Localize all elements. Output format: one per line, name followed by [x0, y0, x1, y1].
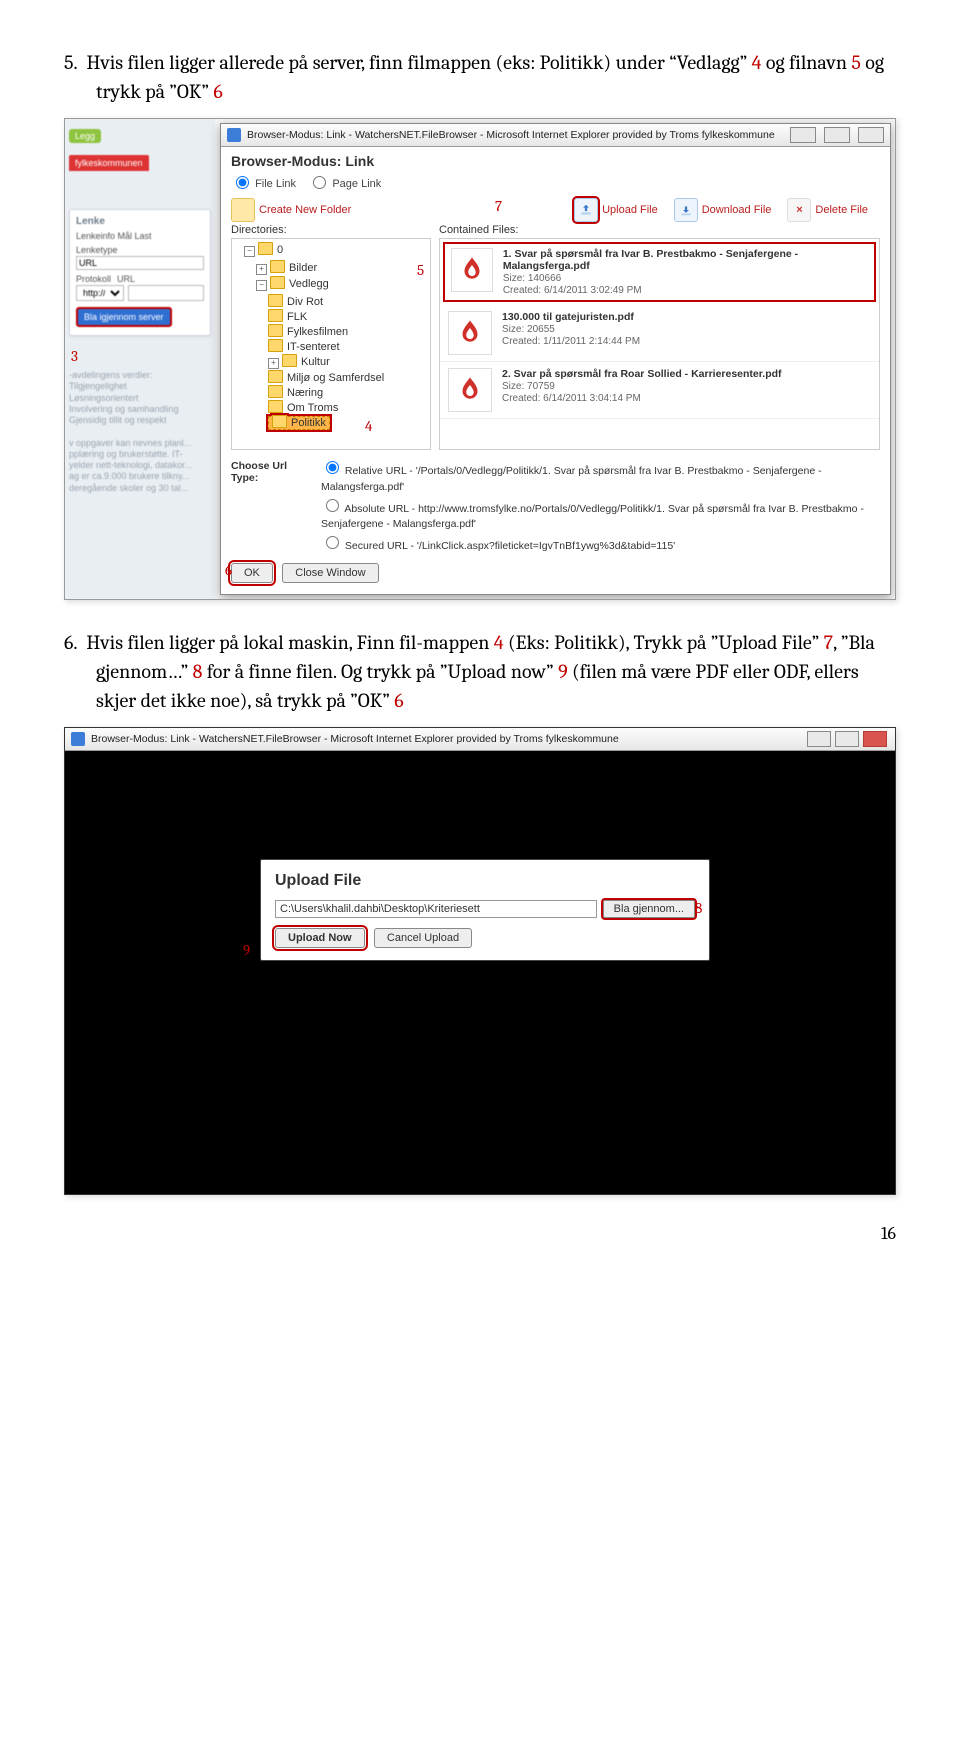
- new-folder-icon[interactable]: [231, 198, 255, 222]
- url-type-section: Choose Url Type: Relative URL - '/Portal…: [221, 450, 890, 559]
- window-maximize-button[interactable]: [835, 731, 859, 747]
- filebrowser-window: Browser-Modus: Link - WatchersNET.FileBr…: [220, 123, 891, 595]
- delete-file-button[interactable]: Delete File: [815, 204, 868, 216]
- window-titlebar: Browser-Modus: Link - WatchersNET.FileBr…: [221, 124, 890, 147]
- callout-4: 4: [365, 417, 372, 435]
- upload-panel-title: Upload File: [275, 872, 695, 890]
- ok-button[interactable]: OK: [231, 563, 273, 583]
- window-minimize-button[interactable]: [790, 127, 816, 143]
- file-path-input[interactable]: [275, 900, 597, 918]
- background-text: -avdelingens verdier: Tilgjengelighet Lø…: [69, 370, 211, 494]
- link-dialog-card: Lenke Lenkeinfo Mål Last Lenketype Proto…: [69, 209, 211, 336]
- url-option-relative[interactable]: Relative URL - '/Portals/0/Vedlegg/Polit…: [321, 458, 880, 496]
- list-number: 5.: [64, 51, 78, 74]
- url-option-secured[interactable]: Secured URL - '/LinkClick.aspx?fileticke…: [321, 533, 880, 555]
- window-close-button[interactable]: [863, 731, 887, 747]
- pdf-icon: [448, 368, 492, 412]
- screenshot-upload-dialog: Browser-Modus: Link - WatchersNET.FileBr…: [64, 727, 896, 1195]
- upload-now-button[interactable]: Upload Now: [275, 928, 365, 948]
- create-folder-button[interactable]: Create New Folder: [259, 204, 351, 216]
- callout-8: 8: [695, 899, 702, 917]
- upload-icon[interactable]: [574, 198, 598, 222]
- file-toolbar: Create New Folder Upload File Download F…: [221, 196, 890, 224]
- window-close-button[interactable]: [858, 127, 884, 143]
- file-row[interactable]: 130.000 til gatejuristen.pdf Size: 20655…: [440, 305, 879, 362]
- list-item-6: 6. Hvis filen ligger på lokal maskin, Fi…: [64, 628, 896, 715]
- protocol-select[interactable]: http://: [76, 285, 124, 301]
- screenshot-filebrowser: Legg fylkeskommunen Lenke Lenkeinfo Mål …: [64, 118, 896, 600]
- file-link-radio[interactable]: File Link: [231, 178, 296, 190]
- add-pill: Legg: [69, 129, 101, 143]
- cancel-upload-button[interactable]: Cancel Upload: [374, 928, 472, 948]
- page-link-radio[interactable]: Page Link: [308, 178, 381, 190]
- pdf-icon: [451, 248, 493, 292]
- directory-tree[interactable]: −0 +Bilder −Vedlegg Div Rot FLK Fylkesfi…: [231, 238, 431, 450]
- file-list: 1. Svar på spørsmål fra Ivar B. Prestbak…: [439, 238, 880, 450]
- linktype-input[interactable]: [76, 256, 204, 270]
- download-icon[interactable]: [674, 198, 698, 222]
- browse-button[interactable]: Bla gjennom...: [603, 900, 695, 918]
- site-tab: fylkeskommunen: [69, 155, 149, 171]
- callout-9: 9: [243, 941, 250, 959]
- ie-favicon-icon: [227, 128, 241, 142]
- window-minimize-button[interactable]: [807, 731, 831, 747]
- delete-icon[interactable]: ×: [787, 198, 811, 222]
- callout-3: 3: [71, 347, 78, 365]
- contained-files-label: Contained Files:: [439, 224, 880, 236]
- link-type-radio-group: File Link Page Link: [221, 171, 890, 196]
- file-row[interactable]: 2. Svar på spørsmål fra Roar Sollied - K…: [440, 362, 879, 419]
- modal-backdrop: Upload File Bla gjennom... Upload Now Ca…: [65, 751, 895, 1195]
- background-editor-panel: Legg fylkeskommunen Lenke Lenkeinfo Mål …: [65, 119, 215, 599]
- tree-node-politikk: Politikk: [268, 415, 430, 429]
- window-maximize-button[interactable]: [824, 127, 850, 143]
- list-item-5: 5. Hvis filen ligger allerede på server,…: [64, 48, 896, 106]
- callout-6: 6: [225, 561, 232, 579]
- upload-file-button[interactable]: Upload File: [602, 204, 658, 216]
- page-number: 16: [64, 1223, 896, 1244]
- upload-file-panel: Upload File Bla gjennom... Upload Now Ca…: [260, 859, 710, 961]
- directories-label: Directories:: [231, 224, 431, 236]
- url-option-absolute[interactable]: Absolute URL - http://www.tromsfylke.no/…: [321, 496, 880, 534]
- download-file-button[interactable]: Download File: [702, 204, 772, 216]
- callout-5: 5: [417, 261, 424, 279]
- browse-server-button[interactable]: Bla igjennom server: [76, 307, 172, 327]
- pdf-icon: [448, 311, 492, 355]
- list-number: 6.: [64, 631, 78, 654]
- callout-7: 7: [495, 197, 502, 215]
- close-window-button[interactable]: Close Window: [282, 563, 378, 583]
- url-input[interactable]: [128, 285, 204, 301]
- window-titlebar: Browser-Modus: Link - WatchersNET.FileBr…: [65, 728, 895, 751]
- file-row[interactable]: 1. Svar på spørsmål fra Ivar B. Prestbak…: [443, 242, 876, 302]
- mode-heading: Browser-Modus: Link: [221, 147, 890, 171]
- ie-favicon-icon: [71, 732, 85, 746]
